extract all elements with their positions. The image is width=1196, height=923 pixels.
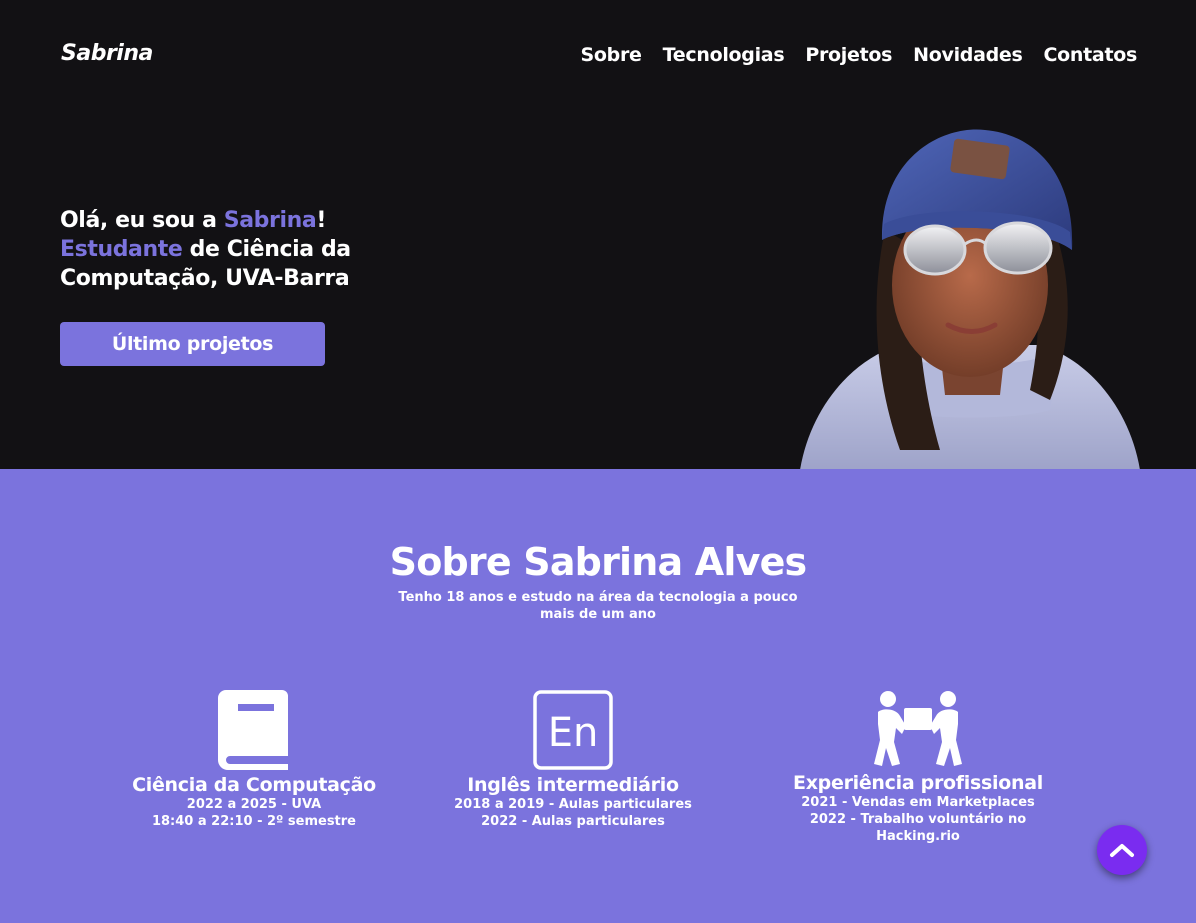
book-icon xyxy=(218,690,288,770)
chevron-up-icon xyxy=(1110,844,1134,857)
hero-role: Estudante xyxy=(60,237,183,262)
english-en-icon: En xyxy=(533,690,613,770)
about-subtitle: Tenho 18 anos e estudo na área da tecnol… xyxy=(398,590,798,622)
headline-line-3: Computação, UVA-Barra xyxy=(60,266,350,291)
logo[interactable]: Sabrina xyxy=(61,41,153,66)
card-computer-science: Ciência da Computação 2022 a 2025 - UVA … xyxy=(114,690,394,830)
nav-item-novidades[interactable]: Novidades xyxy=(913,44,1023,66)
nav-item-sobre[interactable]: Sobre xyxy=(581,44,642,66)
headline-line-1: Olá, eu sou a Sabrina! xyxy=(60,208,326,233)
nav-item-tecnologias[interactable]: Tecnologias xyxy=(663,44,785,66)
nav-item-contatos[interactable]: Contatos xyxy=(1044,44,1138,66)
hero-section: Sabrina Sobre Tecnologias Projetos Novid… xyxy=(0,0,1196,469)
scroll-to-top-button[interactable] xyxy=(1097,825,1147,875)
about-title: Sobre Sabrina Alves xyxy=(389,540,808,584)
card-english: En Inglês intermediário 2018 a 2019 - Au… xyxy=(433,690,713,830)
hero-name: Sabrina xyxy=(223,208,317,233)
main-nav: Sobre Tecnologias Projetos Novidades Con… xyxy=(581,44,1138,66)
svg-text:En: En xyxy=(548,710,599,756)
latest-projects-button[interactable]: Último projetos xyxy=(60,322,325,366)
card-experience: Experiência profissional 2021 - Vendas e… xyxy=(768,690,1068,845)
nav-item-projetos[interactable]: Projetos xyxy=(805,44,892,66)
people-carrying-box-icon xyxy=(874,691,962,766)
avatar-illustration xyxy=(800,129,1140,469)
headline-line-2: Estudante de Ciência da xyxy=(60,237,351,262)
hero-headline: Olá, eu sou a Sabrina! Estudante de Ciên… xyxy=(60,206,351,293)
